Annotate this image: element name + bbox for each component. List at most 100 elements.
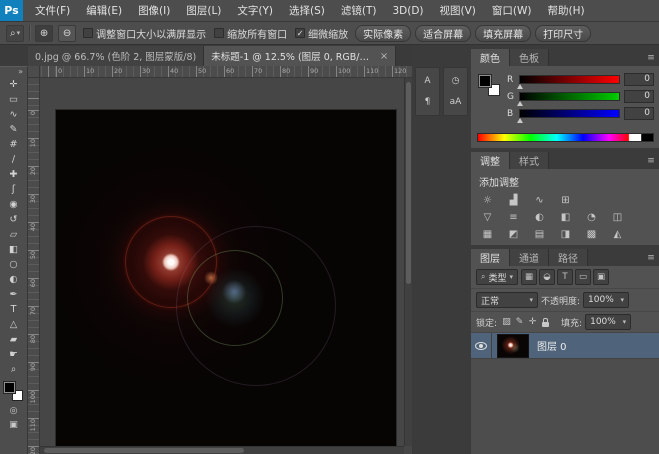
color-balance-icon[interactable]: ◐ — [531, 210, 548, 224]
channel-value-R[interactable]: 0 — [624, 73, 654, 86]
option-checkbox-3[interactable]: ✓细微缩放 — [295, 26, 348, 41]
gradient-map-icon[interactable]: ▩ — [583, 227, 600, 241]
zoom-tool[interactable]: ⌕ — [2, 362, 26, 377]
menu-item-10[interactable]: 窗口(W) — [484, 0, 540, 21]
tab-adjustments[interactable]: 调整 — [471, 152, 510, 169]
move-tool[interactable]: ✛ — [2, 77, 26, 92]
vertical-scrollbar[interactable] — [404, 78, 412, 446]
color-spectrum-ramp[interactable] — [477, 133, 654, 142]
dodge-tool[interactable]: ◐ — [2, 272, 26, 287]
tab-close-icon[interactable]: × — [380, 51, 388, 62]
paragraph-panel-icon[interactable]: ¶ — [418, 93, 438, 111]
channel-value-B[interactable]: 0 — [624, 107, 654, 120]
checkbox-box-icon[interactable] — [214, 28, 224, 38]
filter-type-layers-icon[interactable]: T — [557, 269, 573, 285]
menu-item-5[interactable]: 文字(Y) — [229, 0, 281, 21]
threshold-icon[interactable]: ◨ — [557, 227, 574, 241]
blur-tool[interactable]: ○ — [2, 257, 26, 272]
color-swatches[interactable] — [479, 75, 500, 96]
opacity-dropdown[interactable]: 100% ▾ — [583, 292, 629, 308]
type-tool[interactable]: T — [2, 302, 26, 317]
menu-item-6[interactable]: 选择(S) — [281, 0, 333, 21]
history-brush-tool[interactable]: ↺ — [2, 212, 26, 227]
panel-menu-icon[interactable]: ≡ — [642, 49, 659, 66]
channel-mixer-icon[interactable]: ◫ — [609, 210, 626, 224]
selective-color-icon[interactable]: ◭ — [609, 227, 626, 241]
exposure-icon[interactable]: ⊞ — [557, 193, 574, 207]
invert-icon[interactable]: ◩ — [505, 227, 522, 241]
black-white-icon[interactable]: ◧ — [557, 210, 574, 224]
color-lookup-icon[interactable]: ▦ — [479, 227, 496, 241]
filter-smart-objects-icon[interactable]: ▣ — [593, 269, 609, 285]
curves-icon[interactable]: ∿ — [531, 193, 548, 207]
options-button-4[interactable]: 打印尺寸 — [535, 25, 591, 42]
slider-thumb[interactable] — [517, 101, 523, 106]
photo-filter-icon[interactable]: ◔ — [583, 210, 600, 224]
filter-pixel-layers-icon[interactable]: ▦ — [521, 269, 537, 285]
path-selection-tool[interactable]: △ — [2, 317, 26, 332]
menu-item-1[interactable]: 文件(F) — [27, 0, 78, 21]
document-tab-2[interactable]: 未标题-1 @ 12.5% (图层 0, RGB/8) *× — [204, 46, 396, 66]
brush-tool[interactable]: ʃ — [2, 182, 26, 197]
tab-channels[interactable]: 通道 — [510, 249, 549, 266]
channel-slider-G[interactable] — [519, 92, 620, 101]
foreground-color-swatch[interactable] — [479, 75, 491, 87]
screen-mode-button[interactable]: ▣ — [2, 418, 26, 432]
pen-tool[interactable]: ✒ — [2, 287, 26, 302]
healing-brush-tool[interactable]: ✚ — [2, 167, 26, 182]
eraser-tool[interactable]: ▱ — [2, 227, 26, 242]
slider-thumb[interactable] — [517, 118, 523, 123]
fill-dropdown[interactable]: 100% ▾ — [585, 314, 631, 330]
lock-all-icon[interactable] — [539, 315, 552, 329]
posterize-icon[interactable]: ▤ — [531, 227, 548, 241]
option-checkbox-1[interactable]: 调整窗口大小以满屏显示 — [83, 26, 206, 41]
channel-slider-B[interactable] — [519, 109, 620, 118]
lock-transparent-pixels-icon[interactable]: ▨ — [500, 315, 513, 329]
scrollbar-thumb[interactable] — [406, 82, 411, 284]
character-styles-panel-icon[interactable]: aA — [446, 93, 466, 111]
slider-thumb[interactable] — [517, 84, 523, 89]
levels-icon[interactable]: ▟ — [505, 193, 522, 207]
hue-saturation-icon[interactable]: ≡ — [505, 210, 522, 224]
layer-visibility-toggle[interactable] — [471, 333, 492, 358]
menu-item-9[interactable]: 视图(V) — [432, 0, 484, 21]
eyedropper-tool[interactable]: ∕ — [2, 152, 26, 167]
zoom-out-button[interactable]: ⊖ — [58, 25, 76, 42]
history-panel-icon[interactable]: ◷ — [446, 72, 466, 90]
checkbox-box-icon[interactable]: ✓ — [295, 28, 305, 38]
filter-shape-layers-icon[interactable]: ▭ — [575, 269, 591, 285]
blend-mode-dropdown[interactable]: 正常 ▾ — [476, 292, 538, 308]
hand-tool[interactable]: ☛ — [2, 347, 26, 362]
collapse-toolbar-button[interactable]: » — [14, 67, 27, 77]
scrollbar-thumb[interactable] — [44, 448, 244, 453]
zoom-in-button[interactable]: ⊕ — [35, 25, 53, 42]
tab-layers[interactable]: 图层 — [471, 249, 510, 266]
menu-item-11[interactable]: 帮助(H) — [540, 0, 593, 21]
zoom-tool-preset[interactable]: ⌕ ▾ — [6, 25, 24, 42]
filter-kind-dropdown[interactable]: ⌕ 类型 ▾ — [476, 269, 518, 285]
quick-mask-button[interactable]: ◎ — [2, 404, 26, 418]
menu-item-4[interactable]: 图层(L) — [178, 0, 229, 21]
channel-value-G[interactable]: 0 — [624, 90, 654, 103]
panel-menu-icon[interactable]: ≡ — [642, 249, 659, 266]
options-button-3[interactable]: 填充屏幕 — [475, 25, 531, 42]
document-canvas[interactable] — [56, 110, 396, 446]
ruler-origin[interactable] — [28, 66, 40, 78]
marquee-tool[interactable]: ▭ — [2, 92, 26, 107]
horizontal-scrollbar[interactable] — [40, 446, 404, 454]
crop-tool[interactable]: # — [2, 137, 26, 152]
filter-adjustment-layers-icon[interactable]: ◒ — [539, 269, 555, 285]
menu-item-8[interactable]: 3D(D) — [384, 0, 431, 21]
gradient-tool[interactable]: ◧ — [2, 242, 26, 257]
lock-position-icon[interactable]: ✛ — [526, 315, 539, 329]
character-panel-icon[interactable]: A — [418, 72, 438, 90]
document-tab-1[interactable]: 0.jpg @ 66.7% (色阶 2, 图层蒙版/8) — [28, 46, 204, 66]
layer-row[interactable]: 图层 0 — [471, 333, 659, 359]
options-button-1[interactable]: 实际像素 — [355, 25, 411, 42]
foreground-background-colors[interactable] — [4, 382, 23, 401]
foreground-color-swatch[interactable] — [4, 382, 15, 393]
quick-selection-tool[interactable]: ✎ — [2, 122, 26, 137]
lock-image-pixels-icon[interactable]: ✎ — [513, 315, 526, 329]
brightness-contrast-icon[interactable]: ☼ — [479, 193, 496, 207]
tab-color[interactable]: 颜色 — [471, 49, 510, 66]
